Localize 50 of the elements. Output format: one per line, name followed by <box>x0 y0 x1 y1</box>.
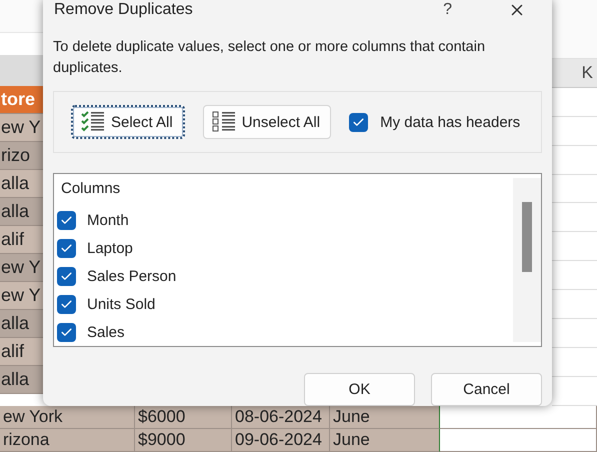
check-icon <box>60 242 73 254</box>
column-header: K <box>552 58 597 88</box>
table-cell: ew York <box>0 406 135 429</box>
table-cell: rizo <box>0 142 43 170</box>
table-cell: 08-06-2024 <box>232 406 330 429</box>
checklist-icon <box>81 111 105 134</box>
list-heading: Columns <box>60 180 122 199</box>
table-cell: ew Y <box>0 282 43 310</box>
check-icon <box>352 116 366 129</box>
check-icon <box>60 214 73 226</box>
list-icon <box>212 111 236 134</box>
table-cell: $9000 <box>135 429 232 452</box>
column-label: Month <box>87 212 129 228</box>
table-cell: rizona <box>0 429 135 452</box>
help-button[interactable]: ? <box>443 0 452 19</box>
cancel-button[interactable]: Cancel <box>431 373 542 406</box>
check-icon <box>60 326 73 338</box>
checkbox[interactable] <box>57 266 76 286</box>
checkbox[interactable] <box>57 322 76 342</box>
checkbox[interactable] <box>57 294 76 314</box>
table-cell: alla <box>0 198 43 226</box>
column-label: Sales Person <box>87 268 176 284</box>
check-icon <box>60 270 73 282</box>
checkbox-label: My data has headers <box>380 114 520 131</box>
table-cell: ew Y <box>0 114 43 142</box>
scrollbar-thumb[interactable] <box>522 202 532 272</box>
instruction-text: To delete duplicate values, select one or more columns that contain duplicates. <box>53 38 486 78</box>
table-cell: June <box>330 406 440 429</box>
check-icon <box>60 298 73 310</box>
dialog-title: Remove Duplicates <box>53 0 194 19</box>
table-cell: June <box>330 429 440 452</box>
ok-button[interactable]: OK <box>304 373 415 406</box>
table-cell: alla <box>0 310 43 338</box>
table-cell: 09-06-2024 <box>232 429 330 452</box>
table-cell: ew Y <box>0 254 43 282</box>
scrollbar[interactable] <box>513 178 541 342</box>
column-header-cell: tore <box>0 86 43 114</box>
table-cell: alla <box>0 170 43 198</box>
unselect-all-button[interactable]: Unselect All <box>202 105 332 140</box>
column-label: Sales <box>87 324 125 340</box>
column-label: Laptop <box>87 240 133 256</box>
select-all-button[interactable]: Select All <box>71 105 185 140</box>
checkbox[interactable] <box>57 238 76 258</box>
table-cell: alif <box>0 226 43 254</box>
table-cell: alla <box>0 366 43 394</box>
table-cell: alif <box>0 338 43 366</box>
checkbox[interactable] <box>349 112 368 132</box>
table-cell: $6000 <box>135 406 232 429</box>
column-label: Units Sold <box>87 296 156 312</box>
checkbox[interactable] <box>57 210 76 230</box>
